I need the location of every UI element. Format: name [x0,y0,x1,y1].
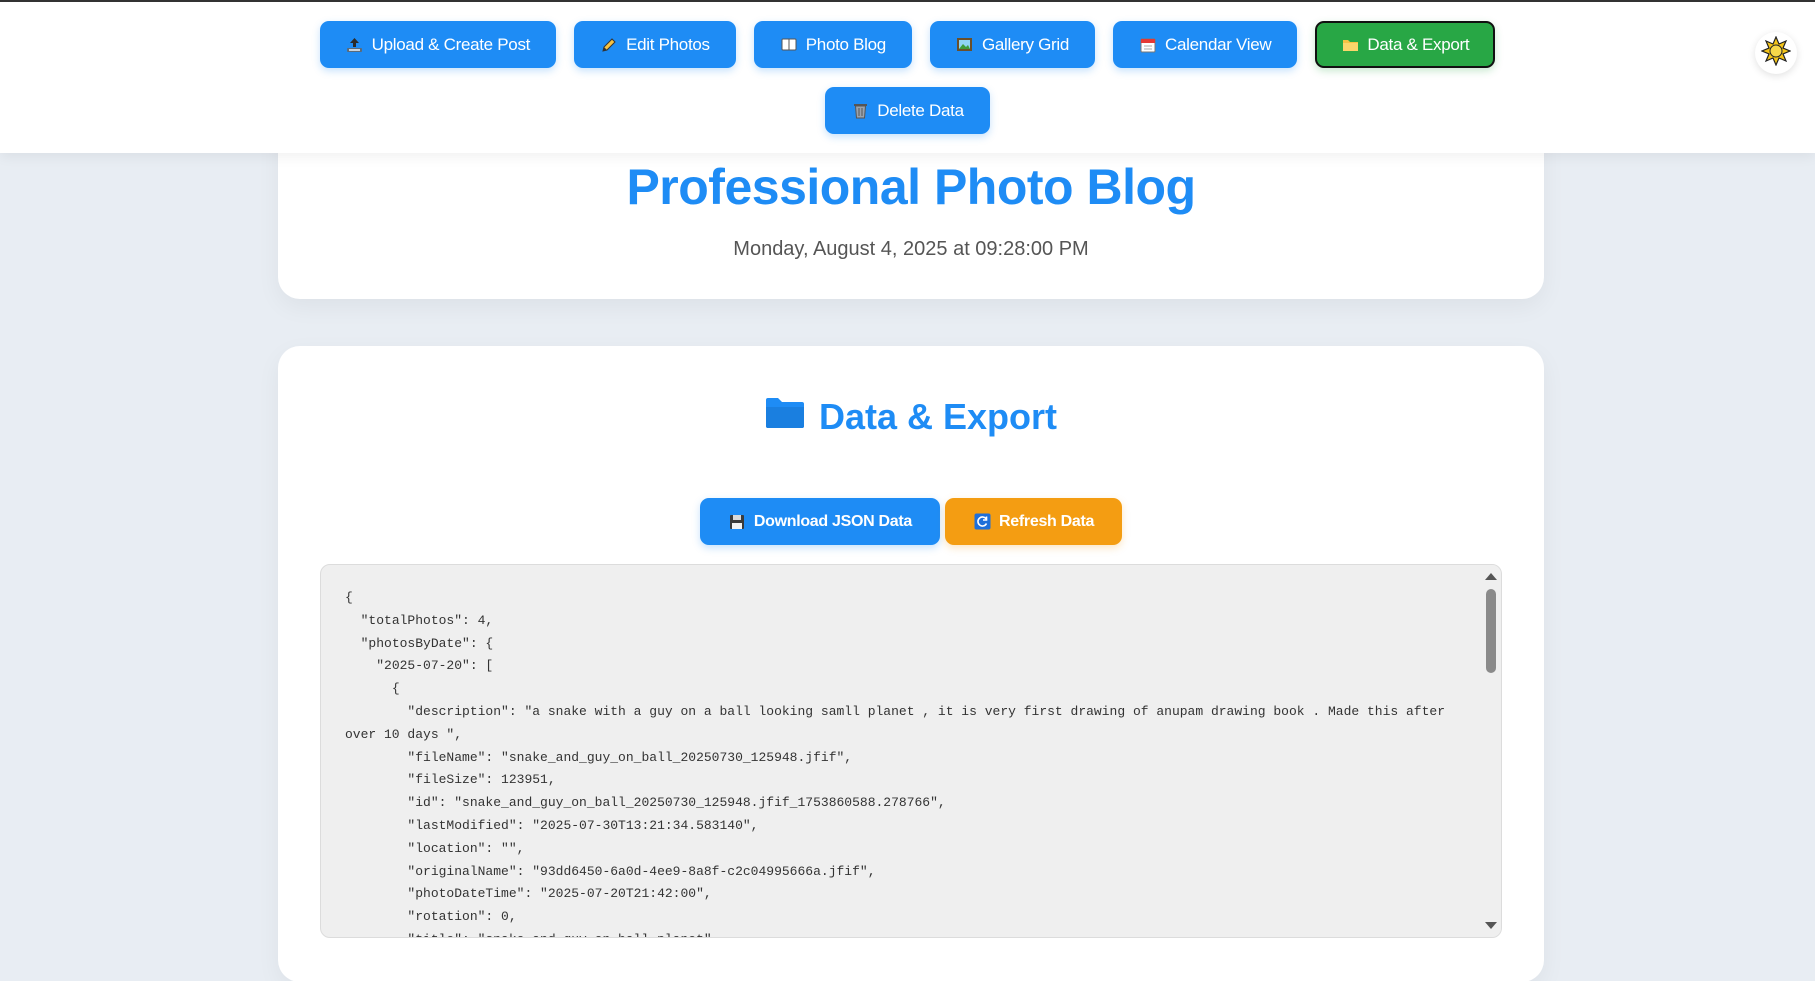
download-json-button[interactable]: Download JSON Data [699,498,941,545]
nav-gallery-grid-label: Gallery Grid [981,34,1070,54]
refresh-data-button[interactable]: Refresh Data [945,498,1123,545]
scrollbar-thumb[interactable] [1486,589,1496,673]
nav-row-secondary: Delete Data [0,87,1815,134]
nav-gallery-grid-button[interactable]: Gallery Grid [929,21,1096,68]
nav-photo-blog-button[interactable]: Photo Blog [753,21,912,68]
nav-data-export-label: Data & Export [1367,34,1470,54]
nav-calendar-view-button[interactable]: Calendar View [1113,21,1298,68]
page-title: Professional Photo Blog [626,159,1196,215]
json-data-viewer[interactable]: { "totalPhotos": 4, "photosByDate": { "2… [320,564,1502,938]
nav-edit-photos-label: Edit Photos [626,34,710,54]
nav-calendar-view-label: Calendar View [1165,34,1272,54]
sun-icon [1760,34,1792,71]
nav-upload-create-post-label: Upload & Create Post [371,34,531,54]
json-data-text: { "totalPhotos": 4, "photosByDate": { "2… [345,590,1445,937]
trash-icon [851,102,869,120]
pencil-icon [600,36,618,54]
data-export-card: Data & Export Download JSON Data Refresh… [278,346,1544,981]
folder-icon [1341,36,1359,54]
export-actions: Download JSON Data Refresh Data [278,498,1544,545]
json-viewer-scrollbar[interactable] [1481,565,1501,937]
window-top-border [0,0,1815,2]
refresh-icon [973,513,991,531]
nav-edit-photos-button[interactable]: Edit Photos [574,21,736,68]
theme-toggle-button[interactable] [1755,32,1797,74]
nav-data-export-button[interactable]: Data & Export [1315,21,1496,68]
section-title: Data & Export [818,396,1058,437]
nav-upload-create-post-button[interactable]: Upload & Create Post [319,21,557,68]
floppy-disk-icon [728,513,746,531]
book-icon [780,36,798,54]
upload-icon [346,36,364,54]
top-navigation: Upload & Create Post Edit Photos Photo B… [0,2,1815,153]
download-json-label: Download JSON Data [753,512,913,530]
refresh-data-label: Refresh Data [999,512,1095,530]
current-datetime: Monday, August 4, 2025 at 09:28:00 PM [733,238,1089,260]
nav-delete-data-label: Delete Data [877,100,964,120]
nav-photo-blog-label: Photo Blog [805,34,886,54]
nav-row-primary: Upload & Create Post Edit Photos Photo B… [0,21,1815,68]
section-heading: Data & Export [278,396,1544,438]
picture-icon [956,36,974,54]
nav-delete-data-button[interactable]: Delete Data [825,87,990,134]
scroll-down-arrow-icon[interactable] [1485,922,1497,929]
scroll-up-arrow-icon[interactable] [1485,573,1497,580]
folder-icon [765,396,805,438]
calendar-icon [1139,36,1157,54]
